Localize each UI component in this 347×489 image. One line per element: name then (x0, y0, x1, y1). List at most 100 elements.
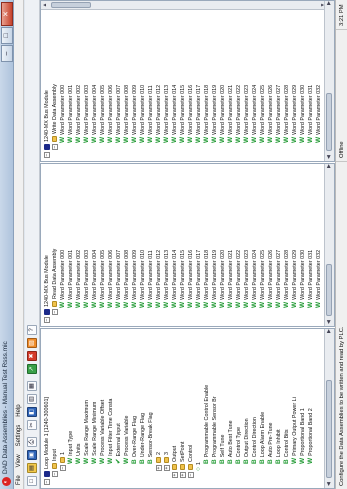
apply-button[interactable]: ↗ (27, 364, 37, 374)
scroll-thumb[interactable] (326, 380, 332, 478)
write-module-node[interactable]: − 1240-MX Bus Module (43, 90, 51, 158)
parameter-row[interactable]: WWord Parameter 007 (115, 85, 123, 143)
parameter-row[interactable]: WWord Parameter 026 (267, 250, 275, 308)
tree-item[interactable]: + SetPoint (179, 442, 187, 478)
parameter-row[interactable]: WWord Parameter 009 (131, 250, 139, 308)
write-vertical-scrollbar[interactable]: ▲ ▼ (41, 1, 327, 10)
tree-item[interactable]: WScale Range Minimum (91, 402, 99, 464)
save-button[interactable]: ▣ (27, 450, 37, 460)
parameter-row[interactable]: WWord Parameter 019 (211, 250, 219, 308)
parameter-row[interactable]: WWord Parameter 007 (115, 250, 123, 308)
parameter-row[interactable]: WWord Parameter 023 (243, 250, 251, 308)
parameter-row[interactable]: WWord Parameter 020 (219, 250, 227, 308)
parameter-row[interactable]: WWord Parameter 004 (91, 250, 99, 308)
parameter-row[interactable]: WWord Parameter 017 (195, 250, 203, 308)
close-button[interactable]: ✕ (1, 2, 13, 26)
scroll-up-arrow-icon[interactable]: ▲ (41, 1, 49, 9)
tree-item[interactable]: BSensor-Break Flag (147, 412, 155, 464)
tree-item[interactable]: ○1 (195, 462, 203, 471)
parameter-row[interactable]: WWord Parameter 031 (307, 85, 315, 143)
parameter-row[interactable]: WWord Parameter 000 (59, 85, 67, 143)
menu-view[interactable]: View (14, 454, 23, 467)
tree-item[interactable]: BLoop Inhibit (275, 429, 283, 464)
scroll-thumb[interactable] (51, 2, 91, 8)
parameter-row[interactable]: WWord Parameter 012 (155, 250, 163, 308)
scroll-right-arrow-icon[interactable]: ▶ (325, 328, 333, 335)
parameter-row[interactable]: WWord Parameter 025 (259, 250, 267, 308)
parameter-row[interactable]: WWord Parameter 006 (107, 250, 115, 308)
collapse-toggle[interactable]: − (43, 317, 50, 323)
collapse-toggle[interactable]: − (51, 309, 58, 315)
scroll-thumb[interactable] (326, 93, 332, 151)
delete-button[interactable]: ✖ (27, 351, 37, 361)
parameter-row[interactable]: WWord Parameter 015 (179, 250, 187, 308)
expand-toggle[interactable]: − (187, 472, 194, 478)
tree-item[interactable]: BSelf Tune (219, 435, 227, 464)
parameter-row[interactable]: WWord Parameter 003 (83, 250, 91, 308)
expand-toggle[interactable]: − (59, 465, 66, 471)
write-assembly-node[interactable]: − Write Data Assembly (51, 84, 59, 150)
grid-button[interactable]: ▦ (27, 381, 37, 391)
tree-item[interactable]: BProgrammable Control Enable (203, 385, 211, 464)
parameter-row[interactable]: WWord Parameter 011 (147, 85, 155, 143)
parameter-row[interactable]: WWord Parameter 022 (235, 85, 243, 143)
tree-item[interactable]: WProcess Variable Offset (99, 400, 107, 464)
parameter-row[interactable]: WWord Parameter 029 (291, 250, 299, 308)
parameter-row[interactable]: WWord Parameter 024 (251, 85, 259, 143)
chart-button[interactable]: ▥ (27, 394, 37, 404)
parameter-row[interactable]: WWord Parameter 009 (131, 85, 139, 143)
print-button[interactable]: ⎙ (27, 437, 37, 447)
parameter-row[interactable]: WWord Parameter 023 (243, 85, 251, 143)
tree-item[interactable]: BControl Type (235, 427, 243, 464)
tree-input-folder[interactable]: − Input (51, 449, 59, 477)
tree-item[interactable]: BAuto Best Tune (227, 420, 235, 464)
tree-item[interactable]: +2 (155, 452, 163, 471)
parameter-row[interactable]: WWord Parameter 031 (307, 250, 315, 308)
collapse-toggle[interactable]: − (51, 144, 58, 150)
parameter-row[interactable]: WWord Parameter 003 (83, 85, 91, 143)
collapse-toggle[interactable]: − (51, 471, 58, 477)
tree-item[interactable]: WInput Filter Time Consta (107, 399, 115, 464)
parameter-row[interactable]: WWord Parameter 002 (75, 85, 83, 143)
write-horizontal-scrollbar[interactable]: ◀ ▶ (324, 0, 334, 161)
parameter-row[interactable]: WWord Parameter 002 (75, 250, 83, 308)
parameter-row[interactable]: WWord Parameter 013 (163, 85, 171, 143)
tree-item[interactable]: +3 (163, 452, 171, 471)
open-button[interactable]: ▤ (27, 463, 37, 473)
parameter-row[interactable]: WWord Parameter 015 (179, 85, 187, 143)
new-button[interactable]: □ (27, 476, 37, 486)
scroll-left-arrow-icon[interactable]: ◀ (325, 480, 333, 488)
tree-item[interactable]: BProgrammable Sensor Br (211, 396, 219, 464)
tree-item[interactable]: WPrimary Output Power Li (291, 397, 299, 464)
parameter-row[interactable]: WWord Parameter 011 (147, 250, 155, 308)
module-button[interactable]: ◧ (27, 407, 37, 417)
read-assembly-node[interactable]: − Read Data Assembly (51, 249, 59, 315)
parameter-row[interactable]: WWord Parameter 000 (59, 250, 67, 308)
scroll-thumb[interactable] (326, 264, 332, 316)
tree-item[interactable]: BAuto Pre-Tune (267, 422, 275, 464)
tree-item[interactable]: WScale Range Maximum (83, 400, 91, 464)
menu-settings[interactable]: Settings (14, 425, 23, 447)
parameter-row[interactable]: WWord Parameter 001 (67, 85, 75, 143)
tree-item[interactable]: BLoop Alarm Enable (259, 412, 267, 464)
parameter-row[interactable]: WWord Parameter 021 (227, 250, 235, 308)
parameter-row[interactable]: WWord Parameter 008 (123, 85, 131, 143)
parameter-row[interactable]: WWord Parameter 025 (259, 85, 267, 143)
parameter-row[interactable]: WWord Parameter 032 (315, 85, 323, 143)
parameter-row[interactable]: WWord Parameter 017 (195, 85, 203, 143)
tree-item[interactable]: −1 (59, 452, 67, 471)
parameter-row[interactable]: WWord Parameter 027 (275, 85, 283, 143)
parameter-row[interactable]: WWord Parameter 012 (155, 85, 163, 143)
tree-horizontal-scrollbar[interactable]: ◀ ▶ (324, 328, 334, 488)
tree-root[interactable]: − Loop Module 1 [1240-300601] (43, 397, 51, 485)
parameter-row[interactable]: WWord Parameter 026 (267, 85, 275, 143)
graph-button[interactable]: ▨ (27, 338, 37, 348)
tree-item[interactable]: WProportional Band 2 (307, 408, 315, 464)
read-module-node[interactable]: − 1240-MX Bus Module (43, 255, 51, 323)
parameter-row[interactable]: WWord Parameter 008 (123, 250, 131, 308)
tree-item[interactable]: BControl Direction (251, 417, 259, 464)
parameter-row[interactable]: WWord Parameter 028 (283, 85, 291, 143)
scroll-left-arrow-icon[interactable]: ◀ (325, 318, 333, 326)
expand-toggle[interactable]: + (155, 465, 162, 471)
parameter-row[interactable]: WWord Parameter 014 (171, 250, 179, 308)
